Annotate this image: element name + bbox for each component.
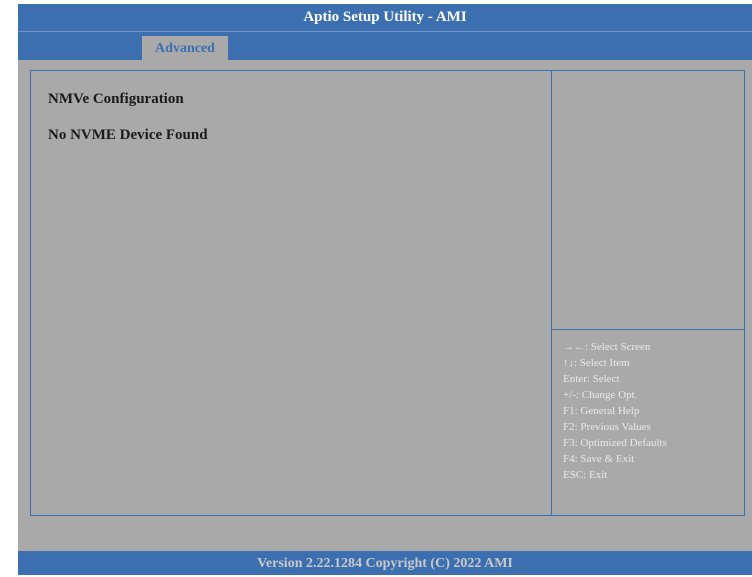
status-bar: Version 2.22.1284 Copyright (C) 2022 AMI bbox=[18, 551, 752, 575]
help-panel: →←: Select Screen ↑↓: Select Item Enter:… bbox=[551, 70, 745, 516]
tab-bar: Advanced bbox=[18, 31, 752, 61]
key-general-help: F1: General Help bbox=[563, 405, 640, 417]
key-select-screen: →←: Select Screen bbox=[563, 341, 651, 353]
nvme-configuration-heading: NMVe Configuration bbox=[48, 91, 184, 107]
key-save-exit: F4: Save & Exit bbox=[563, 453, 635, 465]
bios-screen: Aptio Setup Utility - AMI Advanced NMVe … bbox=[18, 4, 752, 575]
title-bar: Aptio Setup Utility - AMI bbox=[18, 4, 752, 31]
key-previous-values: F2: Previous Values bbox=[563, 421, 651, 433]
key-esc-exit: ESC: Exit bbox=[563, 469, 608, 481]
no-nvme-device-found-text: No NVME Device Found bbox=[48, 127, 208, 143]
key-select-item: ↑↓: Select Item bbox=[563, 357, 630, 369]
key-change-opt: +/-: Change Opt. bbox=[563, 389, 638, 401]
app-title: Aptio Setup Utility - AMI bbox=[303, 9, 467, 25]
key-legend: →←: Select Screen ↑↓: Select Item Enter:… bbox=[563, 339, 667, 483]
help-divider bbox=[552, 329, 744, 330]
version-text: Version 2.22.1284 Copyright (C) 2022 AMI bbox=[257, 556, 513, 571]
key-optimized-defaults: F3: Optimized Defaults bbox=[563, 437, 667, 449]
tab-advanced[interactable]: Advanced bbox=[142, 36, 228, 61]
main-panel: NMVe Configuration No NVME Device Found bbox=[30, 70, 552, 516]
key-enter-select: Enter: Select bbox=[563, 373, 620, 385]
